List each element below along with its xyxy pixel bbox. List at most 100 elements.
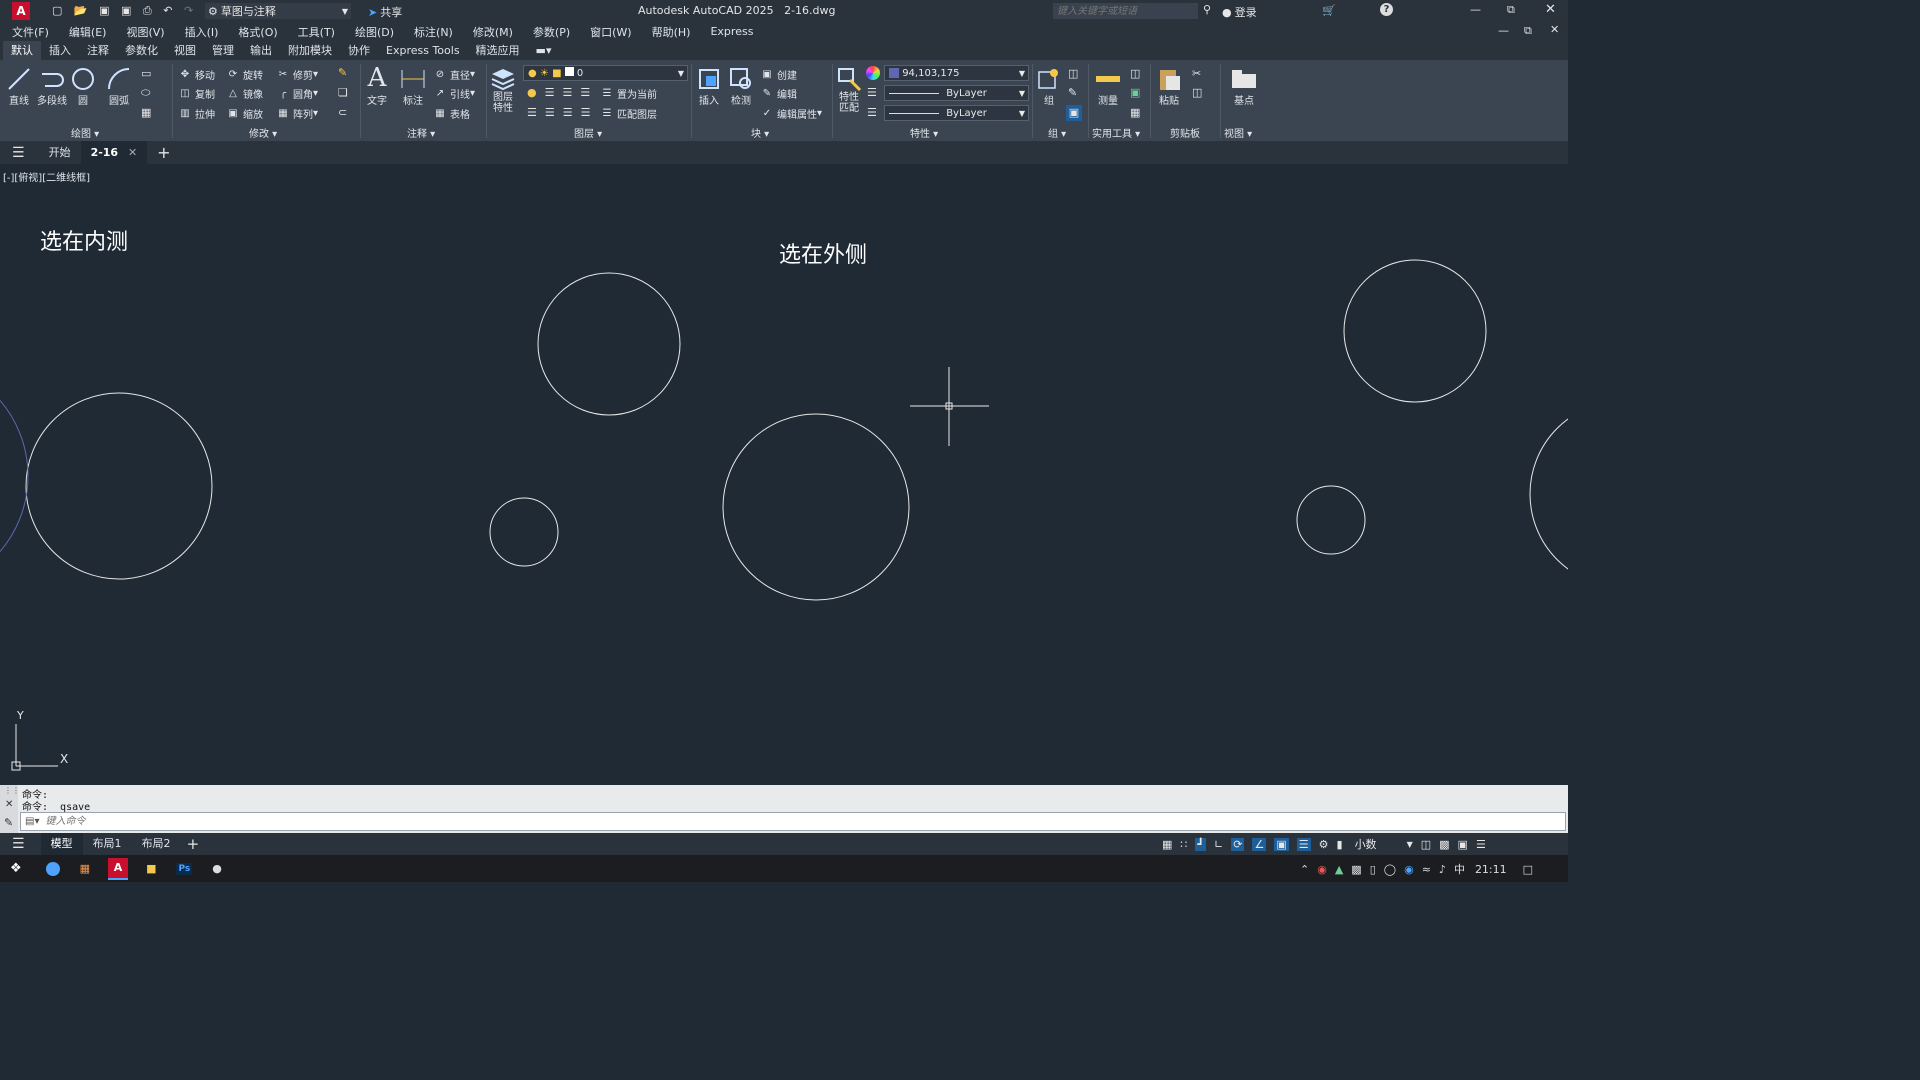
ortho-icon[interactable]: ∟ — [1214, 838, 1223, 851]
close-icon[interactable]: ✕ — [1545, 2, 1556, 17]
paste-tool[interactable]: 粘贴 — [1156, 66, 1182, 107]
menu-edit[interactable]: 编辑(E) — [69, 24, 107, 40]
lineweight-dropdown[interactable]: ByLayer ▼ — [884, 85, 1029, 101]
layers-panel-label[interactable]: 图层 ▾ — [574, 125, 602, 140]
units-icon[interactable]: ▮ — [1337, 838, 1343, 851]
doc-minimize-icon[interactable]: — — [1498, 24, 1509, 37]
ribbon-toggle-icon[interactable]: ▬▾ — [528, 41, 560, 61]
grip-icon[interactable]: ⋮⋮ — [4, 786, 20, 795]
search-input[interactable] — [1053, 3, 1198, 19]
dimension-tool[interactable]: 标注 — [399, 66, 427, 107]
fullscreen-icon[interactable]: ▣ — [1458, 838, 1468, 851]
color-wheel-icon[interactable] — [866, 66, 880, 80]
menu-file[interactable]: 文件(F) — [12, 24, 49, 40]
units-dropdown[interactable]: 小数 — [1355, 836, 1403, 852]
infer-icon[interactable]: ┛ — [1195, 837, 1207, 851]
snap-icon[interactable]: ∷ — [1180, 838, 1187, 851]
menu-tools[interactable]: 工具(T) — [298, 24, 335, 40]
utilities-panel-label[interactable]: 实用工具 ▾ — [1092, 125, 1140, 140]
undo-icon[interactable]: ↶ — [163, 4, 172, 17]
command-input-box[interactable]: ▤▾ — [20, 812, 1566, 831]
doc-restore-icon[interactable]: ⧉ — [1524, 24, 1532, 38]
table-tool[interactable]: ▦ 表格 — [433, 104, 470, 122]
customize-status-icon[interactable]: ☰ — [1476, 838, 1486, 851]
menu-express[interactable]: Express — [710, 25, 753, 38]
arc-tool[interactable]: 圆弧 — [106, 66, 132, 107]
region-icon[interactable]: ▦ — [141, 106, 151, 119]
detect-tool[interactable]: 检测 — [728, 66, 754, 107]
blue-tray-icon[interactable]: ◉ — [1404, 863, 1414, 876]
base-point-tool[interactable]: 基点 — [1230, 66, 1258, 107]
quick-select-icon[interactable]: ◫ — [1130, 67, 1140, 80]
properties-panel-label[interactable]: 特性 ▾ — [910, 125, 938, 140]
tray-chevron-up-icon[interactable]: ⌃ — [1300, 863, 1309, 876]
device-icon[interactable]: ▩ — [1351, 863, 1361, 876]
grid-icon[interactable]: ▦ — [1162, 838, 1172, 851]
menu-insert[interactable]: 插入(I) — [185, 24, 219, 40]
rectangle-icon[interactable]: ▭ — [141, 67, 151, 80]
polar-icon[interactable]: ⟳ — [1231, 837, 1245, 851]
circle-top-right[interactable] — [1343, 259, 1487, 403]
doc-close-icon[interactable]: ✕ — [1550, 23, 1559, 36]
save-icon[interactable]: ▣ — [99, 4, 109, 17]
layout-menu-icon[interactable]: ☰ — [12, 836, 25, 852]
store-icon[interactable]: ▦ — [80, 862, 90, 875]
circle-tool[interactable]: 圆 — [70, 66, 96, 107]
create-block-tool[interactable]: ▣ 创建 — [760, 65, 797, 83]
chat-icon[interactable]: ● — [212, 862, 222, 875]
saveas-icon[interactable]: ▣ — [121, 4, 131, 17]
tab-2-16[interactable]: 2-16 ✕ — [80, 141, 148, 164]
tab-addins[interactable]: 附加模块 — [280, 41, 340, 61]
tab-default[interactable]: 默认 — [3, 40, 41, 61]
mirror-tool[interactable]: △ 镜像 — [226, 84, 263, 102]
tab-express-tools[interactable]: Express Tools — [378, 41, 468, 61]
explode-icon[interactable]: ❏ — [338, 86, 348, 99]
autocad-taskbar-icon[interactable]: A — [108, 857, 129, 880]
record-icon[interactable]: ◉ — [1317, 863, 1327, 876]
tab-collaborate[interactable]: 协作 — [340, 41, 378, 61]
circle-top-middle[interactable] — [537, 272, 681, 416]
cut-icon[interactable]: ✂ — [1192, 67, 1201, 80]
ime-indicator[interactable]: 中 — [1454, 861, 1465, 877]
tab-annotate[interactable]: 注释 — [79, 41, 117, 61]
open-icon[interactable]: 📂 — [74, 4, 88, 17]
tab-featured-apps[interactable]: 精选应用 — [468, 41, 528, 61]
lineweight-toggle-icon[interactable]: ☰ — [1296, 837, 1311, 851]
group-select-icon[interactable]: ▣ — [1066, 105, 1082, 121]
circle-partial-left[interactable] — [0, 360, 29, 592]
circle-small-middle[interactable] — [489, 497, 559, 567]
layer-walk-icon[interactable]: ☰ — [581, 106, 591, 119]
calculator-icon[interactable]: ▦ — [1130, 106, 1140, 119]
cart-icon[interactable]: 🛒 — [1322, 4, 1336, 17]
clipboard-panel-label[interactable]: 剪贴板 — [1170, 125, 1200, 140]
menu-icon[interactable]: ☰ — [12, 145, 25, 161]
stretch-tool[interactable]: ▥ 拉伸 — [178, 104, 215, 122]
new-icon[interactable]: ▢ — [52, 4, 62, 17]
quick-properties-icon[interactable]: ◫ — [1421, 838, 1431, 851]
circle-small-right[interactable] — [1296, 485, 1366, 555]
hardware-accel-icon[interactable]: ▩ — [1439, 838, 1449, 851]
tab-output[interactable]: 输出 — [242, 41, 280, 61]
restore-icon[interactable]: ⧉ — [1507, 3, 1515, 17]
set-current-tool[interactable]: ☰ 置为当前 — [600, 84, 657, 102]
menu-format[interactable]: 格式(O) — [238, 24, 277, 40]
block-panel-label[interactable]: 块 ▾ — [751, 125, 769, 140]
tab-layout1[interactable]: 布局1 — [83, 833, 132, 855]
layer-unlock-icon[interactable]: ☰ — [563, 106, 573, 119]
print-icon[interactable]: ⎙ — [143, 4, 152, 18]
trim-tool[interactable]: ✂ 修剪 ▾ — [276, 65, 318, 83]
copy-tool[interactable]: ◫ 复制 — [178, 84, 215, 102]
tab-layout2[interactable]: 布局2 — [132, 833, 181, 855]
text-tool[interactable]: A 文字 — [367, 64, 387, 107]
measure-tool[interactable]: 测量 — [1094, 66, 1122, 107]
view-panel-label[interactable]: 视图 ▾ — [1224, 125, 1252, 140]
volume-icon[interactable]: ♪ — [1439, 863, 1446, 876]
draw-panel-label[interactable]: 绘图 ▾ — [71, 125, 99, 140]
offset-icon[interactable]: ⊂ — [338, 106, 347, 119]
browser-icon[interactable] — [45, 861, 60, 876]
layer-properties-tool[interactable]: 图层特性 — [490, 66, 516, 114]
menu-dimension[interactable]: 标注(N) — [414, 24, 453, 40]
tab-view[interactable]: 视图 — [166, 41, 204, 61]
insert-block-tool[interactable]: 插入 — [696, 66, 722, 107]
diameter-tool[interactable]: ⊘ 直径 ▾ — [433, 65, 475, 83]
